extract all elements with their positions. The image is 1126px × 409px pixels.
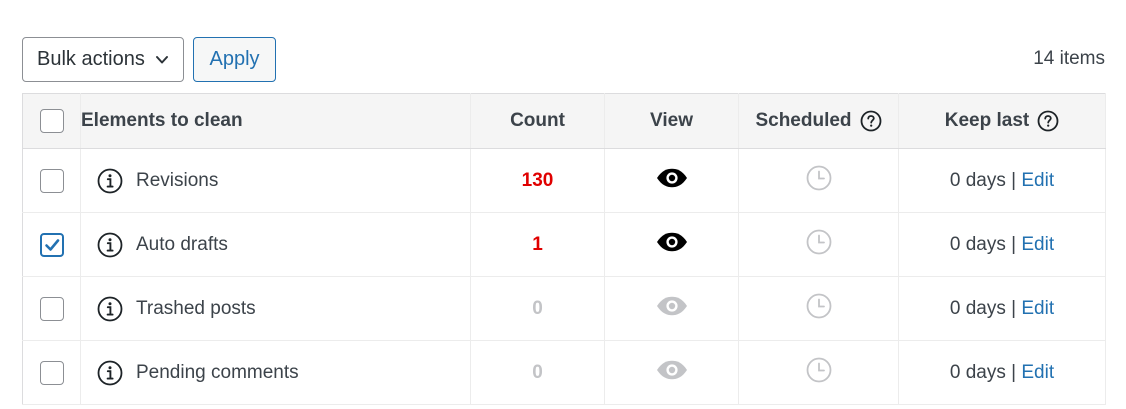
count-cell: 130 xyxy=(470,148,605,213)
table-row: Auto drafts 1 0 days | Edit xyxy=(22,212,1106,277)
header-elements: Elements to clean xyxy=(80,93,471,149)
count-value: 0 xyxy=(532,361,543,383)
eye-icon[interactable] xyxy=(656,168,688,188)
edit-link[interactable]: Edit xyxy=(1021,298,1054,319)
row-checkbox[interactable] xyxy=(40,296,64,321)
scheduled-cell xyxy=(738,212,899,277)
keep-last-separator: | xyxy=(1011,361,1017,383)
scheduled-cell xyxy=(738,340,899,405)
element-name-cell: Pending comments xyxy=(80,340,471,405)
table-row: Revisions 130 0 days | Edit xyxy=(22,148,1106,213)
header-scheduled-cell: Scheduled xyxy=(738,93,899,149)
count-value: 0 xyxy=(532,297,543,319)
keep-last-separator: | xyxy=(1011,233,1017,255)
count-cell: 0 xyxy=(470,276,605,341)
info-icon[interactable] xyxy=(97,296,123,322)
header-view: View xyxy=(604,93,739,149)
element-name: Revisions xyxy=(136,169,219,191)
header-scheduled: Scheduled xyxy=(755,110,852,131)
table-toolbar: Bulk actions Apply 14 items xyxy=(22,37,1105,82)
chevron-down-icon xyxy=(156,56,168,64)
eye-icon[interactable] xyxy=(656,232,688,252)
row-checkbox-cell xyxy=(22,212,81,277)
items-count: 14 items xyxy=(1033,48,1105,69)
row-checkbox-cell xyxy=(22,148,81,213)
scheduled-cell xyxy=(738,148,899,213)
count-value: 130 xyxy=(521,169,554,191)
element-name-cell: Revisions xyxy=(80,148,471,213)
view-cell xyxy=(604,148,739,213)
clock-icon xyxy=(806,165,831,190)
keep-last-cell: 0 days | Edit xyxy=(898,340,1106,405)
count-cell: 0 xyxy=(470,340,605,405)
table-row: Trashed posts 0 0 days | Edit xyxy=(22,276,1106,341)
keep-last-value: 0 days xyxy=(949,233,1006,255)
row-checkbox[interactable] xyxy=(40,360,64,385)
row-checkbox-cell xyxy=(22,276,81,341)
question-help-icon[interactable] xyxy=(1037,110,1059,132)
info-icon[interactable] xyxy=(97,232,123,258)
eye-icon[interactable] xyxy=(656,360,688,380)
row-checkbox[interactable] xyxy=(40,168,64,193)
bulk-actions-label: Bulk actions xyxy=(37,48,145,70)
bulk-actions-select[interactable]: Bulk actions xyxy=(22,37,184,82)
element-name: Trashed posts xyxy=(136,297,256,319)
keep-last-cell: 0 days | Edit xyxy=(898,276,1106,341)
info-icon[interactable] xyxy=(97,168,123,194)
info-icon[interactable] xyxy=(97,360,123,386)
edit-link[interactable]: Edit xyxy=(1021,234,1054,255)
checkmark-icon xyxy=(45,238,60,251)
eye-icon[interactable] xyxy=(656,296,688,316)
clock-icon xyxy=(806,229,831,254)
count-value: 1 xyxy=(532,233,543,255)
header-count: Count xyxy=(470,93,605,149)
view-cell xyxy=(604,212,739,277)
select-all-cell xyxy=(22,93,81,149)
element-name: Pending comments xyxy=(136,361,299,383)
question-help-icon[interactable] xyxy=(860,110,882,132)
element-name-cell: Auto drafts xyxy=(80,212,471,277)
row-checkbox[interactable] xyxy=(40,232,64,257)
keep-last-cell: 0 days | Edit xyxy=(898,148,1106,213)
apply-button[interactable]: Apply xyxy=(193,37,276,82)
keep-last-separator: | xyxy=(1011,169,1017,191)
edit-link[interactable]: Edit xyxy=(1021,362,1054,383)
table-header-row: Elements to clean Count View Scheduled K… xyxy=(22,93,1106,149)
element-name-cell: Trashed posts xyxy=(80,276,471,341)
keep-last-value: 0 days xyxy=(949,169,1006,191)
element-name: Auto drafts xyxy=(136,233,228,255)
scheduled-cell xyxy=(738,276,899,341)
row-checkbox-cell xyxy=(22,340,81,405)
clock-icon xyxy=(806,293,831,318)
cleanup-table: Elements to clean Count View Scheduled K… xyxy=(22,93,1106,405)
edit-link[interactable]: Edit xyxy=(1021,170,1054,191)
keep-last-value: 0 days xyxy=(949,297,1006,319)
view-cell xyxy=(604,276,739,341)
table-body: Revisions 130 0 days | Edit Auto drafts … xyxy=(22,148,1106,405)
table-row: Pending comments 0 0 days | Edit xyxy=(22,340,1106,405)
keep-last-separator: | xyxy=(1011,297,1017,319)
count-cell: 1 xyxy=(470,212,605,277)
header-keep-last-cell: Keep last xyxy=(898,93,1106,149)
clock-icon xyxy=(806,357,831,382)
header-keep-last: Keep last xyxy=(944,110,1030,131)
keep-last-value: 0 days xyxy=(949,361,1006,383)
view-cell xyxy=(604,340,739,405)
keep-last-cell: 0 days | Edit xyxy=(898,212,1106,277)
select-all-checkbox[interactable] xyxy=(40,109,64,133)
